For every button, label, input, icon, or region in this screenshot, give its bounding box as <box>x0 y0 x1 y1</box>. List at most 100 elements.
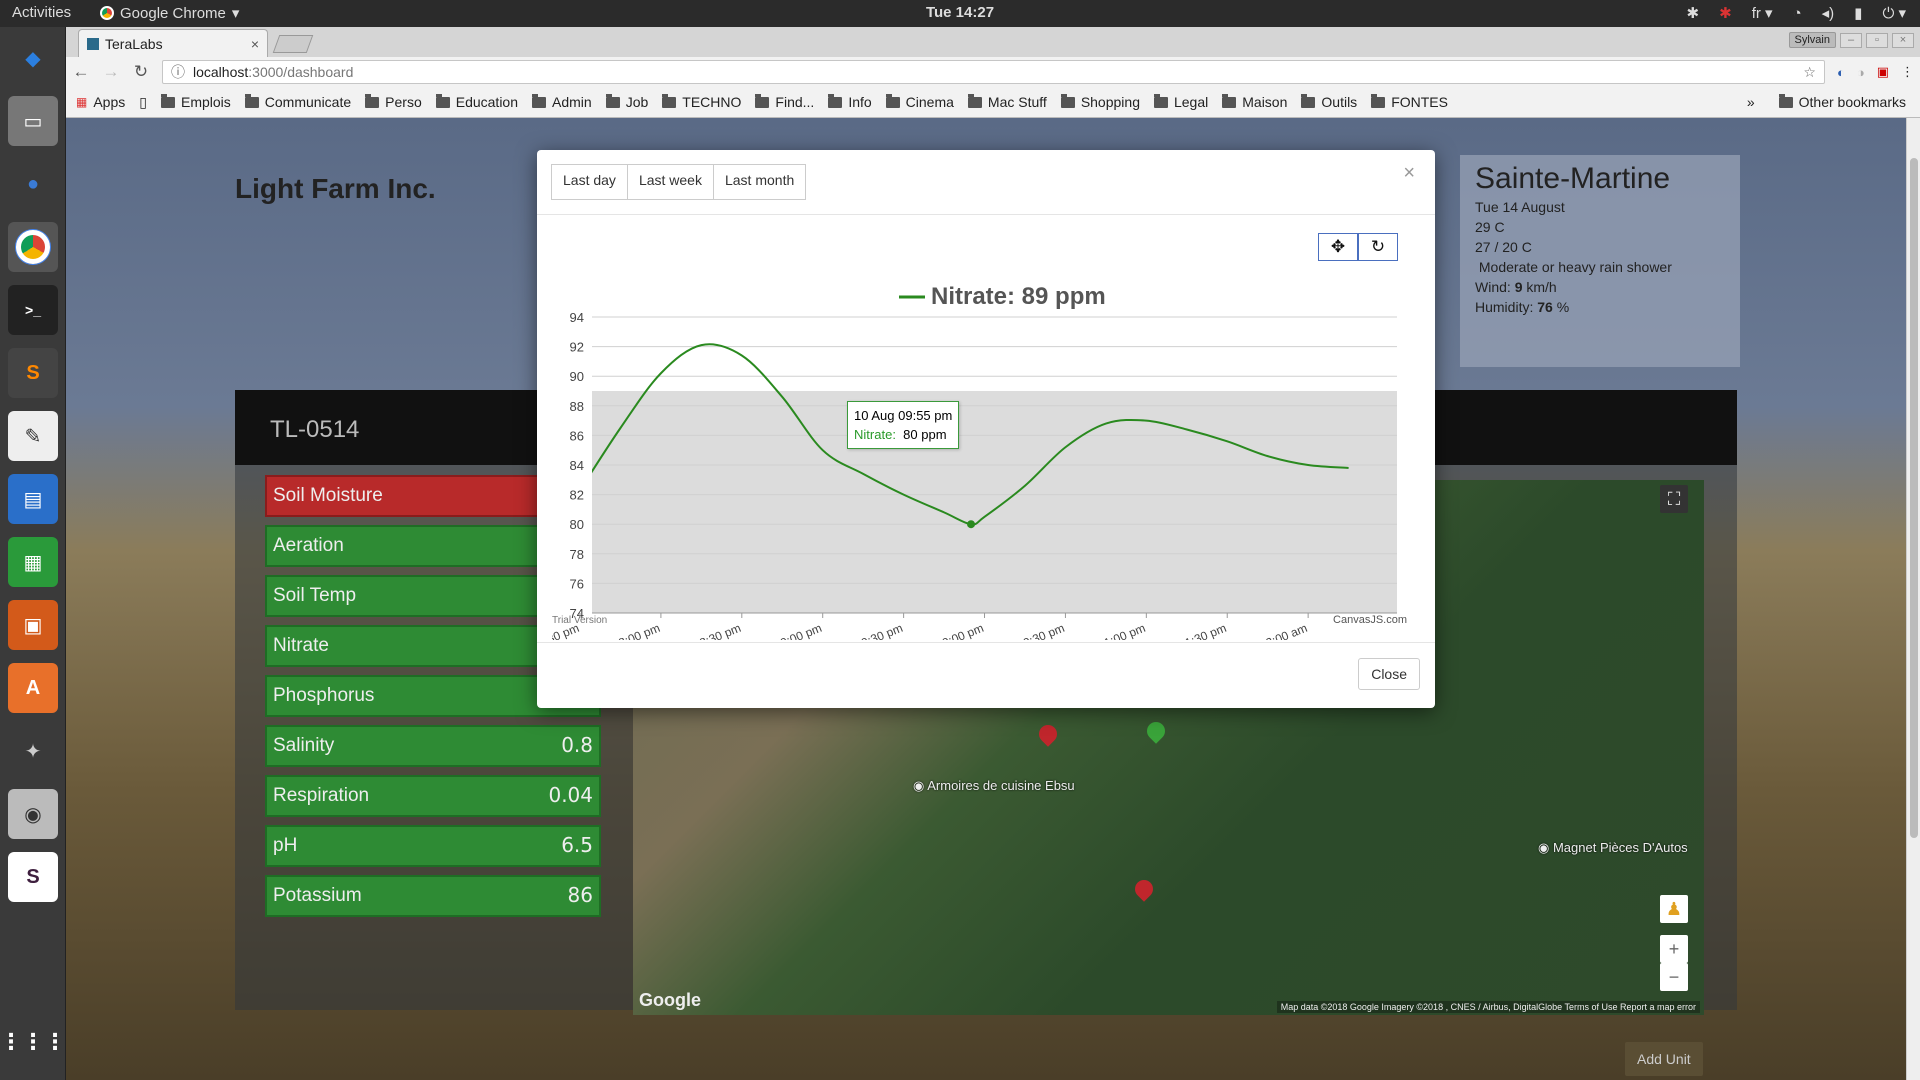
bookmark-folder[interactable]: Maison <box>1222 93 1287 110</box>
map-marker-red[interactable] <box>1035 721 1061 747</box>
bookmark-folder[interactable]: Find... <box>755 93 814 110</box>
back-icon[interactable]: ← <box>72 62 90 82</box>
text-editor-icon[interactable]: ✎ <box>8 411 58 461</box>
bookmark-folder[interactable]: Job <box>605 93 648 110</box>
bookmark-folder[interactable]: Admin <box>532 93 592 110</box>
terminal-icon[interactable]: >_ <box>8 285 58 335</box>
nitrate-chart[interactable]: Nitrate: 89 ppm7476788082848688909294Aug… <box>507 215 1420 668</box>
bookmark-folder[interactable]: Outils <box>1301 93 1357 110</box>
bookmark-folder[interactable]: TECHNO <box>662 93 741 110</box>
range-last-week-button[interactable]: Last week <box>626 164 714 200</box>
scrollbar-thumb[interactable] <box>1910 158 1918 838</box>
clock[interactable]: Tue 14:27 <box>0 4 1920 21</box>
close-tab-icon[interactable]: × <box>251 36 259 52</box>
software-center-icon[interactable]: A <box>8 663 58 713</box>
weather-city: Sainte-Martine <box>1475 162 1671 195</box>
close-button[interactable]: Close <box>1358 658 1420 690</box>
show-apps-icon[interactable]: ⋮⋮⋮ <box>0 1017 66 1067</box>
chart-title: Nitrate: 89 ppm <box>931 283 1106 310</box>
bookmark-folder[interactable]: Legal <box>1153 93 1208 110</box>
calc-icon[interactable]: ▦ <box>8 537 58 587</box>
thunderbird-icon[interactable]: ● <box>8 159 58 209</box>
zoom-out-icon[interactable]: − <box>1660 963 1688 991</box>
close-window-icon[interactable]: × <box>1892 32 1914 48</box>
slack-icon[interactable]: S <box>8 852 58 902</box>
reload-icon[interactable]: ↻ <box>132 62 150 82</box>
street-view-icon[interactable]: ♟ <box>1660 895 1688 923</box>
camera-icon[interactable]: ◉ <box>8 789 58 839</box>
bookmark-folder[interactable]: Shopping <box>1060 93 1140 110</box>
bookmark-folder[interactable]: Communicate <box>244 93 351 110</box>
power-menu-icon[interactable]: ⏻ ▾ <box>1882 4 1906 22</box>
battery-icon[interactable]: ▮ <box>1854 4 1862 22</box>
impress-icon[interactable]: ▣ <box>8 600 58 650</box>
sensor-respiration[interactable]: Respiration 0.04 <box>265 775 601 817</box>
system-settings-icon[interactable]: ✦ <box>8 726 58 776</box>
dropbox-icon[interactable]: ◆ <box>8 33 58 83</box>
maximize-icon[interactable]: ▫ <box>1866 32 1888 48</box>
reset-zoom-icon[interactable]: ↻ <box>1358 233 1398 261</box>
bookmark-folder[interactable]: Cinema <box>885 93 954 110</box>
sensor-ph[interactable]: pH 6.5 <box>265 825 601 867</box>
settings-tray-icon[interactable]: ✱ <box>1687 4 1700 22</box>
minimize-icon[interactable]: – <box>1840 32 1862 48</box>
file-manager-icon[interactable]: ▭ <box>8 96 58 146</box>
keyboard-layout[interactable]: fr ▾ <box>1752 4 1773 22</box>
bookmark-blank[interactable]: ▯ <box>139 94 147 111</box>
close-icon[interactable]: × <box>1403 162 1415 185</box>
bookmark-apps[interactable]: ▦ Apps <box>76 94 125 110</box>
folder-icon <box>244 93 259 108</box>
add-unit-button[interactable]: Add Unit <box>1625 1042 1703 1076</box>
map-marker-red[interactable] <box>1131 876 1157 902</box>
volume-icon[interactable]: ◂) <box>1822 4 1835 22</box>
chrome-launcher-icon[interactable] <box>8 222 58 272</box>
map-marker-green[interactable] <box>1143 718 1169 744</box>
sublime-text-icon[interactable]: S <box>8 348 58 398</box>
bookmark-folder[interactable]: Education <box>435 93 518 110</box>
alert-tray-icon[interactable]: ✱ <box>1719 4 1732 22</box>
y-tick-label: 80 <box>570 517 584 532</box>
chart-area[interactable]: Nitrate: 89 ppm7476788082848688909294Aug… <box>507 215 1420 668</box>
profile-button[interactable]: Sylvain <box>1788 32 1836 48</box>
favicon-icon <box>87 37 99 50</box>
zoom-in-icon[interactable]: + <box>1660 935 1688 963</box>
x-tick-label: 10 Aug 10:30 pm <box>977 621 1066 640</box>
writer-icon[interactable]: ▤ <box>8 474 58 524</box>
page-scrollbar[interactable] <box>1906 118 1920 1080</box>
range-last-day-button[interactable]: Last day <box>551 164 628 200</box>
tab-teralabs[interactable]: TeraLabs × <box>78 29 268 57</box>
bookmark-folder[interactable]: Info <box>828 93 872 110</box>
menu-icon[interactable]: ⋮ <box>1901 64 1914 80</box>
sensor-salinity[interactable]: Salinity 0.8 <box>265 725 601 767</box>
extension3-icon[interactable]: ▣ <box>1877 64 1889 80</box>
sensor-potassium[interactable]: Potassium 86 <box>265 875 601 917</box>
y-tick-label: 84 <box>570 458 584 473</box>
bookmark-folder[interactable]: Perso <box>365 93 422 110</box>
extension-icon[interactable]: ◐ <box>1837 65 1845 80</box>
new-tab-button[interactable] <box>272 35 314 53</box>
bookmark-folder[interactable]: Emplois <box>160 93 231 110</box>
address-bar[interactable]: ⓘ localhost :3000/dashboard ☆ <box>162 60 1825 84</box>
overflow-chevron-icon[interactable]: » <box>1747 94 1755 110</box>
extension2-icon[interactable]: ◑ <box>1857 65 1865 80</box>
folder-icon <box>1778 93 1793 108</box>
map-place-label[interactable]: ◉ Armoires de cuisine Ebsu <box>913 778 1075 794</box>
browser-chrome: TeraLabs × Sylvain – ▫ × ← → ↻ ⓘ localho… <box>66 27 1920 118</box>
bookmark-star-icon[interactable]: ☆ <box>1803 64 1816 81</box>
map-place-label[interactable]: ◉ Magnet Pièces D'Autos <box>1538 840 1688 856</box>
tooltip-value: Nitrate: 80 ppm <box>854 427 947 443</box>
bookmark-folder[interactable]: Mac Stuff <box>967 93 1047 110</box>
folder-icon <box>755 93 770 108</box>
wifi-icon[interactable]: ◔ <box>1793 5 1802 22</box>
range-last-month-button[interactable]: Last month <box>712 164 807 200</box>
forward-icon[interactable]: → <box>102 62 120 82</box>
map-credit[interactable]: Map data ©2018 Google Imagery ©2018 , CN… <box>1276 1001 1700 1013</box>
bookmark-folder[interactable]: FONTES <box>1371 93 1448 110</box>
other-bookmarks[interactable]: » Other bookmarks <box>1747 93 1906 110</box>
google-logo: Google <box>639 990 701 1010</box>
fullscreen-icon[interactable]: ⛶ <box>1660 485 1688 513</box>
pan-icon[interactable]: ✥ <box>1318 233 1358 261</box>
info-icon[interactable]: ⓘ <box>171 62 185 82</box>
folder-icon <box>365 93 380 108</box>
launcher-dock: ◆ ▭ ● >_ S ✎ ▤ ▦ ▣ A ✦ ◉ S ⋮⋮⋮ <box>0 27 66 1080</box>
